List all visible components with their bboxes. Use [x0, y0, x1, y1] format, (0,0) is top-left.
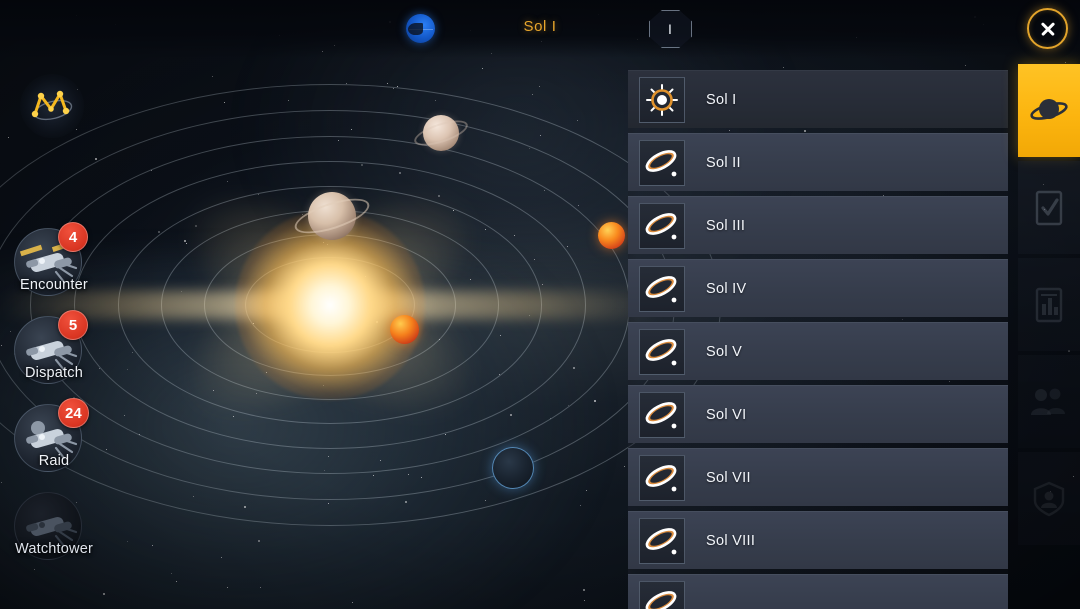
menu-item-raid[interactable]: 24 Raid: [0, 398, 108, 492]
ringed-planet-icon: [645, 338, 677, 365]
document-chart-icon: [1035, 287, 1063, 322]
close-icon[interactable]: [1027, 8, 1068, 49]
checklist-icon: [1035, 190, 1063, 225]
planet-list-row[interactable]: Sol VIII: [628, 511, 1008, 569]
ringed-planet-icon: [639, 202, 685, 249]
notification-badge: 5: [58, 310, 88, 340]
planet-lava-right[interactable]: [598, 222, 625, 249]
planet-list-label: Sol II: [706, 154, 741, 171]
ringed-planet-icon: [645, 590, 677, 609]
planet-list-row[interactable]: Sol II: [628, 133, 1008, 191]
ringed-planet-icon: [639, 580, 685, 609]
tab-officer-shield[interactable]: [1018, 452, 1080, 545]
tab-planet[interactable]: [1018, 64, 1080, 157]
tab-checklist[interactable]: [1018, 161, 1080, 254]
crew-group-icon: [1031, 388, 1065, 415]
ringed-planet-icon: [645, 527, 677, 554]
menu-item-label: Encounter: [20, 277, 88, 293]
tab-document-chart[interactable]: [1018, 258, 1080, 351]
constellation-glyph: [31, 90, 73, 121]
ringed-planet-icon: [645, 149, 677, 176]
planet-ringed-tan[interactable]: [290, 191, 374, 241]
planet-dark-blue[interactable]: [492, 447, 534, 489]
ringed-planet-icon: [639, 328, 685, 375]
ringed-planet-icon: [639, 139, 685, 186]
officer-shield-icon: [1033, 481, 1065, 516]
ringed-planet-icon: [639, 265, 685, 312]
planet-lava-left[interactable]: [390, 315, 419, 344]
planet-list-label: Sol IV: [706, 280, 747, 297]
planet-list-label: Sol VIII: [706, 532, 756, 549]
planet-list-panel[interactable]: Sol I Sol II Sol III Sol IV Sol V Sol VI Sol V…: [628, 70, 1008, 609]
menu-item-watchtower[interactable]: Watchtower: [0, 492, 108, 580]
ringed-planet-icon: [645, 275, 677, 302]
ringed-planet-icon: [645, 401, 677, 428]
planet-list-label: Sol III: [706, 217, 746, 234]
top-bar: Sol I I: [0, 0, 1080, 58]
page-title: Sol I: [523, 18, 557, 35]
planet-list-row[interactable]: Sol III: [628, 196, 1008, 254]
sun-icon: [646, 83, 678, 116]
ringed-planet-icon: [639, 517, 685, 564]
menu-item-encounter[interactable]: 4 Encounter: [0, 222, 108, 316]
planet-list-row[interactable]: [628, 574, 1008, 609]
tab-crew-group[interactable]: [1018, 355, 1080, 448]
planet-list-row[interactable]: Sol V: [628, 322, 1008, 380]
octagon-level-badge[interactable]: I: [649, 10, 692, 48]
ringed-planet-icon: [639, 454, 685, 501]
planet-list-row[interactable]: Sol VI: [628, 385, 1008, 443]
menu-item-label: Watchtower: [14, 541, 93, 557]
notification-badge: 24: [58, 398, 89, 428]
planet-list-label: Sol VII: [706, 469, 751, 486]
sun-icon: [639, 76, 685, 123]
planet-list: Sol I Sol II Sol III Sol IV Sol V Sol VI Sol V…: [628, 70, 1008, 609]
planet-list-label: Sol I: [706, 91, 737, 108]
planet-list-label: Sol VI: [706, 406, 747, 423]
planet-list-label: Sol V: [706, 343, 743, 360]
level-value: I: [668, 21, 673, 37]
ringed-planet-icon: [639, 391, 685, 438]
notification-badge: 4: [58, 222, 88, 252]
planet-icon: [1030, 98, 1068, 120]
ringed-planet-icon: [645, 464, 677, 491]
planet-list-row[interactable]: Sol I: [628, 70, 1008, 128]
menu-item-label: Dispatch: [24, 365, 83, 381]
planet-list-row[interactable]: Sol VII: [628, 448, 1008, 506]
planet-pale[interactable]: [411, 115, 471, 151]
ringed-planet-icon: [645, 212, 677, 239]
menu-item-label: Raid: [38, 453, 70, 469]
right-tab-rail: [1018, 64, 1080, 549]
planet-list-row[interactable]: Sol IV: [628, 259, 1008, 317]
constellation-map-icon[interactable]: [20, 74, 84, 138]
menu-item-dispatch[interactable]: 5 Dispatch: [0, 310, 108, 404]
left-action-menu: 4 Encounter 5 Dispatch 24 Raid Watchtower: [0, 222, 108, 580]
